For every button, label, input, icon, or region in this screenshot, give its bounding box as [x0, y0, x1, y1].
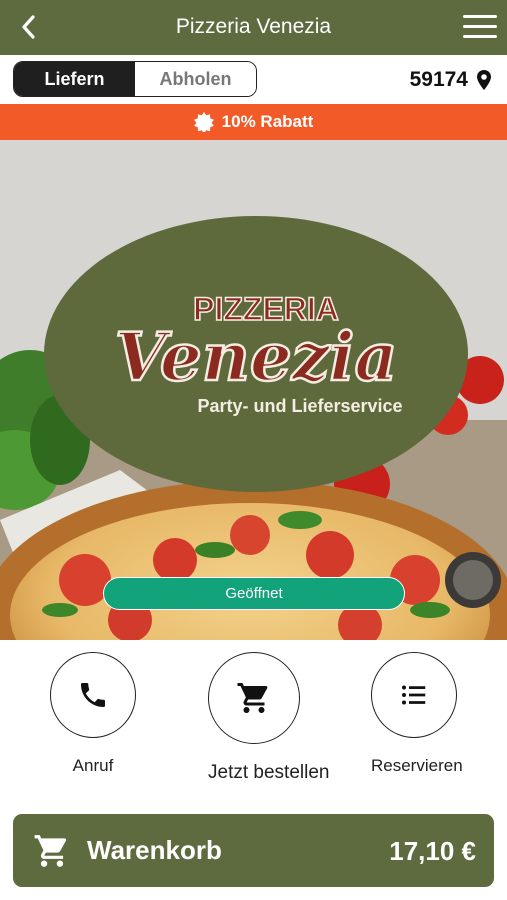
pickup-option[interactable]: Abholen [135, 62, 256, 96]
order-mode-bar: Liefern Abholen 59174 [0, 55, 507, 104]
call-button[interactable] [50, 652, 136, 738]
call-label: Anruf [72, 756, 114, 775]
postal-code: 59174 [409, 68, 468, 91]
svg-text:Venezia: Venezia [115, 318, 397, 396]
cart-total: 17,10 € [389, 836, 476, 866]
reserve-action[interactable]: Reservieren [371, 652, 463, 776]
order-action[interactable]: Jetzt bestellen [208, 652, 330, 784]
hero-banner: PIZZERIA Venezia Party- und Lieferservic… [0, 140, 507, 640]
order-button[interactable] [208, 652, 300, 744]
shopping-cart-icon [237, 683, 268, 713]
quick-actions: Anruf Jetzt bestellen Reservieren [0, 640, 507, 810]
call-action[interactable]: Anruf [50, 652, 136, 776]
app-header: Pizzeria Venezia [0, 0, 507, 55]
reserve-label: Reservieren [371, 756, 463, 775]
location-pin-icon [477, 70, 491, 90]
svg-text:Party- und Lieferservice: Party- und Lieferservice [197, 396, 402, 416]
postal-code-selector[interactable]: 59174 [410, 68, 492, 92]
phone-icon [81, 683, 105, 707]
list-icon [402, 685, 426, 705]
discount-banner[interactable]: 10% Rabatt [0, 104, 507, 140]
discount-text: 10% Rabatt [221, 112, 314, 131]
cart-label: Warenkorb [87, 835, 222, 865]
cart-button[interactable]: Warenkorb 17,10 € [13, 814, 494, 887]
delivery-option[interactable]: Liefern [14, 62, 135, 96]
delivery-mode-toggle: Liefern Abholen [13, 61, 257, 97]
order-label: Jetzt bestellen [208, 762, 330, 783]
pizza-hero-image: PIZZERIA Venezia Party- und Lieferservic… [0, 140, 507, 640]
menu-button[interactable] [463, 15, 497, 39]
reserve-button[interactable] [371, 652, 457, 738]
page-title: Pizzeria Venezia [175, 15, 332, 38]
shopping-cart-icon [34, 834, 67, 867]
badge-star-icon [193, 112, 214, 132]
open-status-badge: Geöffnet [103, 577, 405, 610]
hamburger-menu-icon [463, 15, 497, 18]
